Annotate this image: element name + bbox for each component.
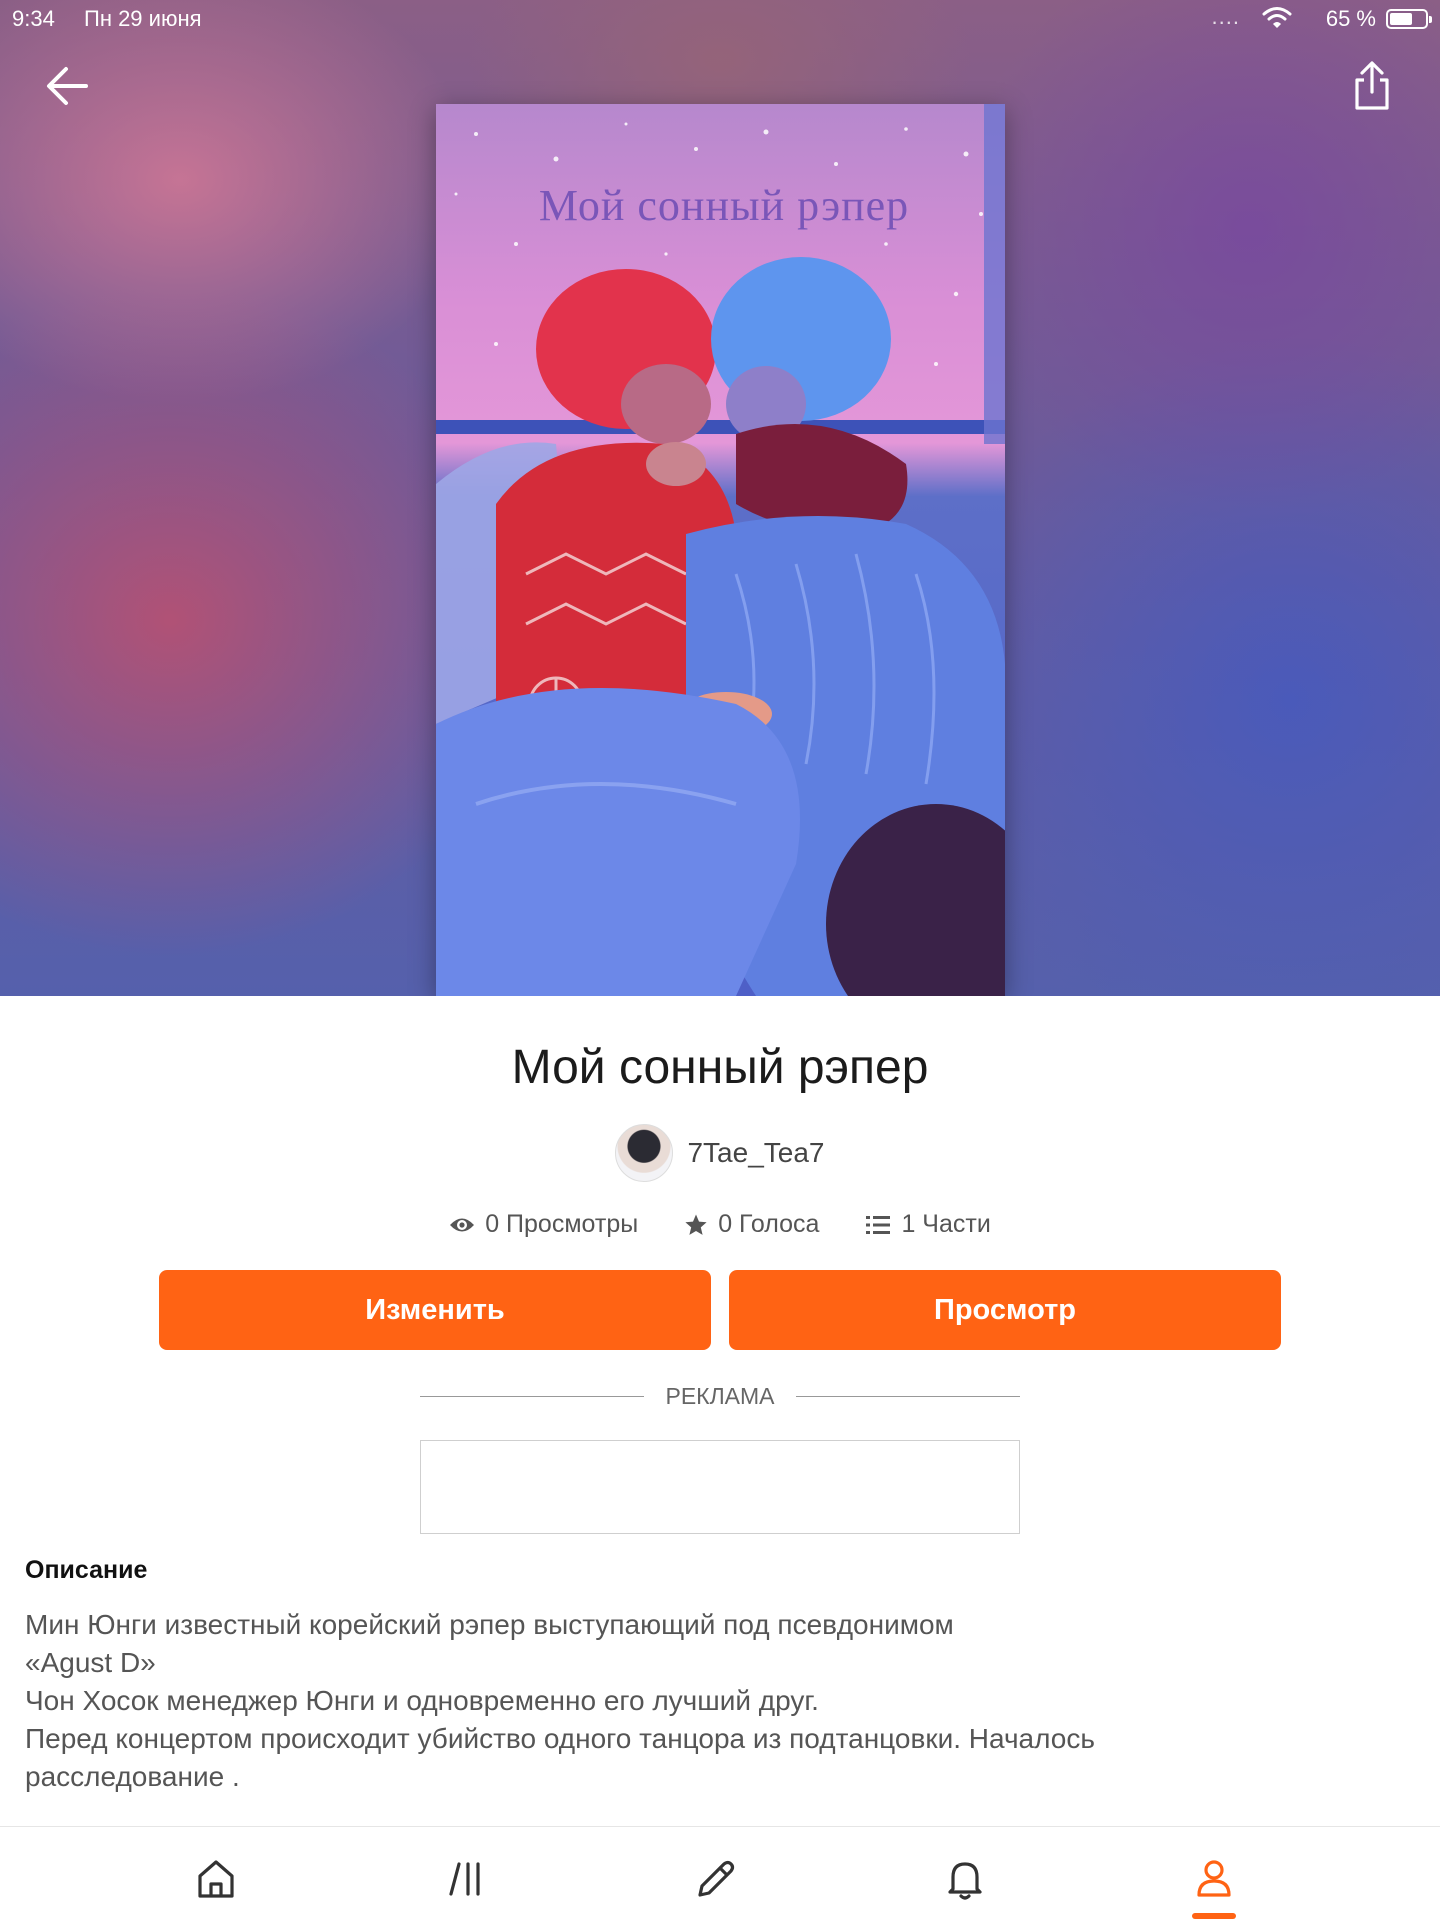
cover-backdrop: 9:34 Пн 29 июня .... 65 % Мой сонный рэп… bbox=[0, 0, 1440, 996]
description-line: Чон Хосок менеджер Юнги и одновременно е… bbox=[25, 1685, 819, 1716]
story-stats: 0 Просмотры 0 Голоса 1 Части bbox=[0, 1210, 1440, 1239]
description-line: расследование . bbox=[25, 1761, 240, 1792]
view-button[interactable]: Просмотр bbox=[729, 1270, 1281, 1350]
battery-percent: 65 % bbox=[1325, 6, 1376, 31]
parts-count: 1 Части bbox=[901, 1210, 991, 1238]
status-bar: 9:34 Пн 29 июня .... 65 % bbox=[0, 0, 1440, 40]
votes-stat: 0 Голоса bbox=[684, 1210, 819, 1239]
tab-library[interactable] bbox=[437, 1849, 497, 1909]
description-text: Мин Юнги известный корейский рэпер высту… bbox=[25, 1606, 1365, 1796]
active-tab-indicator bbox=[1192, 1913, 1236, 1919]
votes-count: 0 Голоса bbox=[718, 1210, 820, 1238]
status-date: Пн 29 июня bbox=[84, 6, 202, 31]
star-icon bbox=[685, 1214, 707, 1235]
avatar[interactable] bbox=[615, 1124, 674, 1182]
cover-illustration bbox=[436, 104, 1005, 996]
tab-profile[interactable] bbox=[1184, 1849, 1244, 1909]
tab-home[interactable] bbox=[186, 1849, 246, 1909]
divider-line-right bbox=[796, 1396, 1020, 1397]
notifications-icon bbox=[948, 1862, 982, 1900]
parts-stat: 1 Части bbox=[865, 1210, 991, 1239]
description-heading: Описание bbox=[25, 1556, 148, 1584]
cover-title-text: Мой сонный рэпер bbox=[538, 181, 910, 230]
ad-divider: РЕКЛАМА bbox=[420, 1383, 1020, 1411]
action-buttons: Изменить Просмотр bbox=[159, 1270, 1281, 1350]
cellular-signal: .... bbox=[1211, 4, 1240, 29]
battery-fill bbox=[1390, 13, 1412, 25]
ad-placeholder[interactable] bbox=[420, 1440, 1020, 1534]
home-icon bbox=[198, 1860, 234, 1898]
share-icon bbox=[1355, 61, 1389, 110]
bottom-tab-bar bbox=[0, 1826, 1440, 1921]
back-button[interactable] bbox=[40, 58, 96, 114]
story-title: Мой сонный рэпер bbox=[511, 1041, 929, 1094]
edit-button[interactable]: Изменить bbox=[159, 1270, 711, 1350]
description-line: Мин Юнги известный корейский рэпер высту… bbox=[25, 1609, 954, 1640]
status-time: 9:34 bbox=[12, 6, 55, 31]
write-icon bbox=[698, 1860, 735, 1897]
eye-icon bbox=[450, 1218, 475, 1231]
author-row[interactable]: 7Tae_Tea7 bbox=[0, 1124, 1440, 1182]
author-name[interactable]: 7Tae_Tea7 bbox=[687, 1137, 824, 1169]
story-cover-image[interactable]: Мой сонный рэпер bbox=[436, 104, 1005, 996]
library-icon bbox=[449, 1862, 480, 1896]
views-stat: 0 Просмотры bbox=[449, 1210, 638, 1239]
arrow-left-icon bbox=[47, 67, 88, 105]
views-count: 0 Просмотры bbox=[485, 1210, 639, 1238]
battery-icon bbox=[1386, 9, 1432, 29]
tab-notifications[interactable] bbox=[935, 1849, 995, 1909]
tab-write[interactable] bbox=[686, 1849, 746, 1909]
description-line: Перед концертом происходит убийство одно… bbox=[25, 1723, 1095, 1754]
profile-icon bbox=[1197, 1860, 1231, 1897]
list-icon bbox=[866, 1215, 891, 1234]
wifi-icon bbox=[1262, 6, 1292, 36]
description-line: «Agust D» bbox=[25, 1647, 156, 1678]
share-button[interactable] bbox=[1348, 58, 1396, 114]
